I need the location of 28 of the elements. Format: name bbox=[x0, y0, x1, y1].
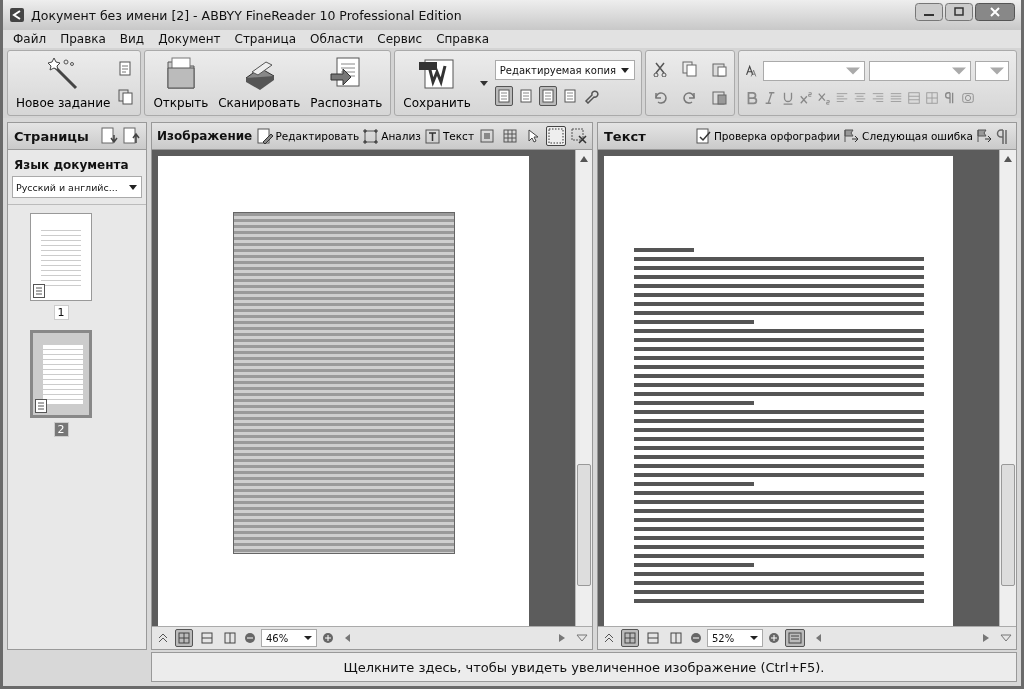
toolbar-button[interactable]: Открыть bbox=[151, 54, 211, 112]
pane-tool-button[interactable]: Редактировать bbox=[256, 127, 360, 145]
panel-title: Страницы bbox=[14, 128, 89, 144]
toolbar-button[interactable]: Сканировать bbox=[216, 54, 303, 112]
menu-item[interactable]: Области bbox=[310, 32, 364, 46]
page-number: 2 bbox=[53, 422, 69, 437]
menu-item[interactable]: Сервис bbox=[377, 32, 423, 46]
panel-title: Текст bbox=[604, 128, 646, 144]
toolbar-button[interactable]: Распознать bbox=[308, 54, 385, 112]
menu-item[interactable]: Файл bbox=[13, 32, 47, 46]
pane-tool-button[interactable]: Следующая ошибка bbox=[843, 127, 973, 145]
language-dropdown[interactable]: Русский и английс... bbox=[12, 176, 142, 198]
zoom-dropdown[interactable]: 52% bbox=[707, 629, 763, 647]
menu-item[interactable]: Вид bbox=[119, 32, 145, 46]
window-title: Документ без имени [2] - ABBYY FineReader 10 Professional Edition bbox=[31, 7, 463, 23]
menu-item[interactable]: Правка bbox=[60, 32, 106, 46]
panel-title: Изображение bbox=[157, 129, 253, 143]
menu-item[interactable]: Документ bbox=[158, 32, 221, 46]
save-button[interactable]: Сохранить bbox=[401, 54, 473, 112]
pane-tool-button[interactable]: Текст bbox=[423, 127, 474, 145]
zoom-dropdown[interactable]: 46% bbox=[261, 629, 317, 647]
menu-item[interactable]: Страница bbox=[234, 32, 296, 46]
language-label: Язык документа bbox=[13, 157, 130, 174]
pane-tool-button[interactable]: Анализ bbox=[362, 127, 421, 145]
page-number: 1 bbox=[53, 305, 69, 320]
pane-tool-button[interactable]: Проверка орфографии bbox=[694, 127, 841, 145]
save-format-dropdown[interactable]: Редактируемая копия bbox=[494, 60, 635, 80]
menu-item[interactable]: Справка bbox=[436, 32, 489, 46]
